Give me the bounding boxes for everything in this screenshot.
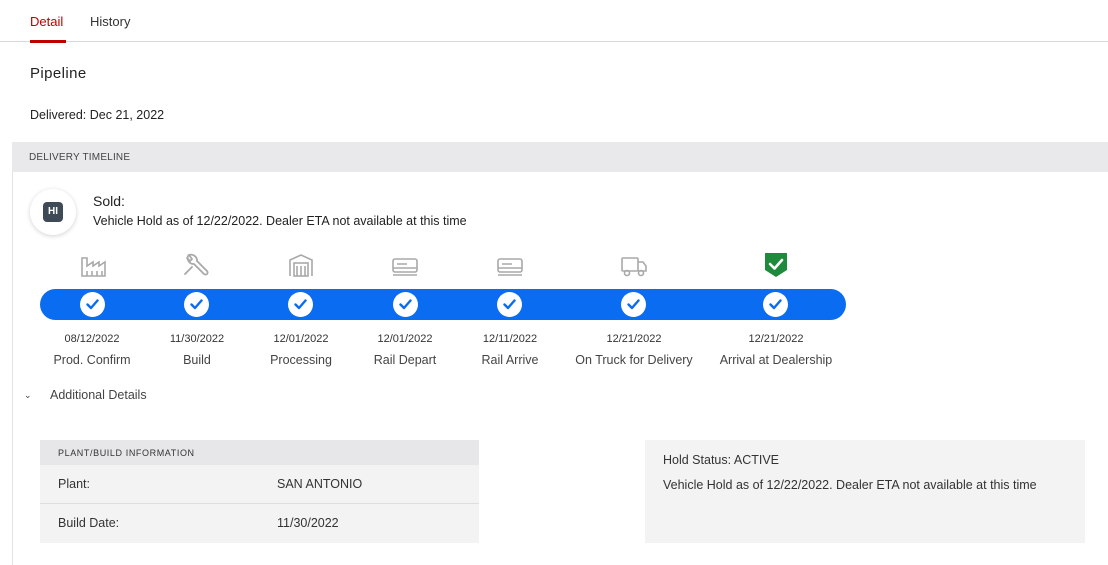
truck-icon bbox=[620, 252, 648, 278]
status-title: Sold: bbox=[93, 193, 125, 209]
hold-status: Hold Status: ACTIVE bbox=[663, 453, 780, 467]
progress-track bbox=[40, 289, 846, 320]
additional-details-toggle[interactable]: ⌄ Additional Details bbox=[24, 388, 147, 402]
check-icon bbox=[184, 292, 209, 317]
tab-history[interactable]: History bbox=[90, 14, 130, 29]
plant-key: Plant: bbox=[58, 477, 90, 491]
shield-check-icon bbox=[762, 252, 790, 278]
active-tab-indicator bbox=[30, 40, 66, 43]
section-divider bbox=[12, 172, 13, 565]
plant-value: SAN ANTONIO bbox=[277, 477, 363, 491]
processing-icon bbox=[287, 252, 315, 278]
delivery-timeline-title: DELIVERY TIMELINE bbox=[29, 152, 131, 163]
stage-label: On Truck for Delivery bbox=[575, 353, 693, 367]
page-title: Pipeline bbox=[30, 65, 87, 82]
check-icon bbox=[288, 292, 313, 317]
delivery-timeline-header: DELIVERY TIMELINE bbox=[12, 142, 1108, 172]
rail-car-icon bbox=[496, 252, 524, 278]
check-icon bbox=[80, 292, 105, 317]
factory-icon bbox=[79, 252, 107, 278]
status-avatar: HI bbox=[30, 189, 76, 235]
status-description: Vehicle Hold as of 12/22/2022. Dealer ET… bbox=[93, 214, 467, 228]
chevron-down-icon: ⌄ bbox=[24, 390, 32, 400]
plant-row: Plant: SAN ANTONIO bbox=[40, 465, 479, 504]
stage-label: Arrival at Dealership bbox=[719, 353, 833, 367]
check-icon bbox=[621, 292, 646, 317]
check-icon bbox=[763, 292, 788, 317]
check-icon bbox=[497, 292, 522, 317]
stage-date: 12/11/2022 bbox=[482, 333, 538, 345]
check-icon bbox=[393, 292, 418, 317]
tab-bar: Detail History bbox=[0, 0, 1108, 43]
hold-note: Vehicle Hold as of 12/22/2022. Dealer ET… bbox=[663, 478, 1037, 492]
build-date-row: Build Date: 11/30/2022 bbox=[40, 504, 479, 543]
plant-build-title: PLANT/BUILD INFORMATION bbox=[58, 448, 195, 458]
tab-detail[interactable]: Detail bbox=[30, 14, 63, 29]
plant-build-panel: PLANT/BUILD INFORMATION Plant: SAN ANTON… bbox=[40, 440, 479, 543]
rail-car-icon bbox=[391, 252, 419, 278]
stage-date: 12/21/2022 bbox=[748, 333, 804, 345]
avatar-initials: HI bbox=[43, 202, 63, 222]
hold-status-panel: Hold Status: ACTIVE Vehicle Hold as of 1… bbox=[645, 440, 1085, 543]
wrench-icon bbox=[182, 252, 210, 278]
delivered-date: Delivered: Dec 21, 2022 bbox=[30, 108, 165, 122]
build-date-key: Build Date: bbox=[58, 516, 120, 530]
plant-build-header: PLANT/BUILD INFORMATION bbox=[40, 440, 479, 465]
stage-date: 12/21/2022 bbox=[606, 333, 662, 345]
additional-details-label: Additional Details bbox=[50, 388, 147, 402]
build-date-value: 11/30/2022 bbox=[277, 516, 339, 530]
